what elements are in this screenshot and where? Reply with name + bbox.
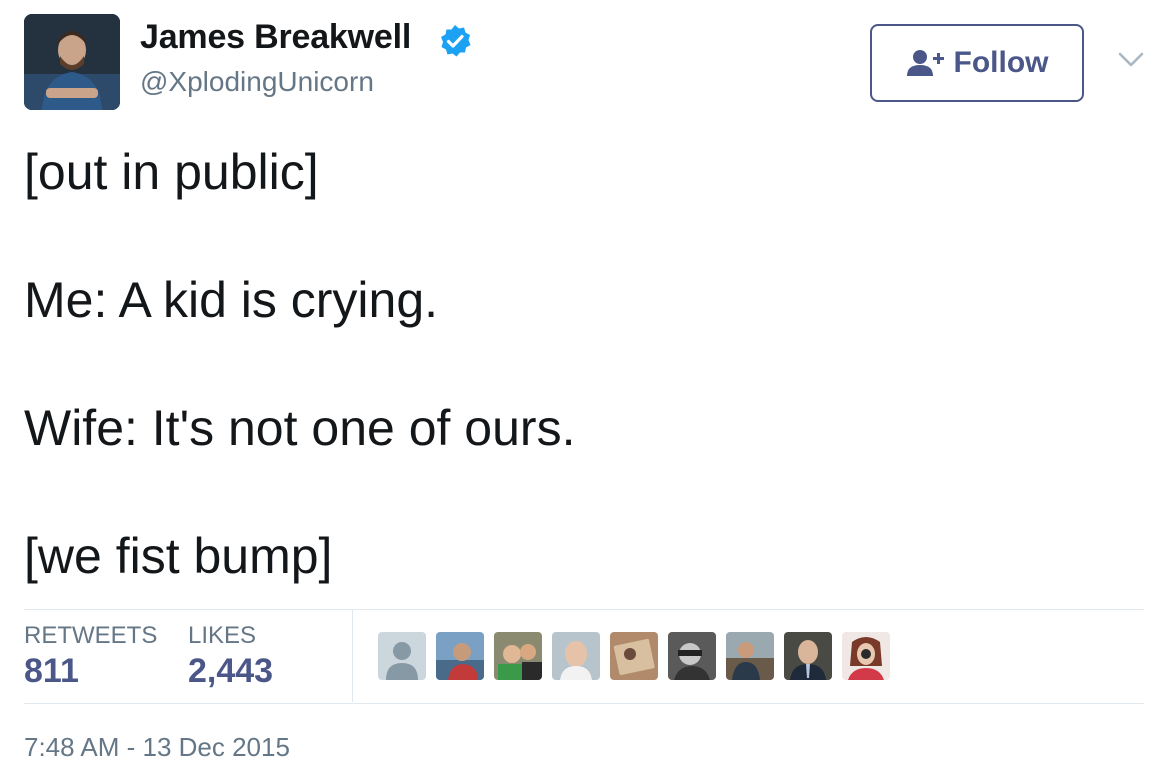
retweets-count: 811: [24, 652, 79, 690]
likes-count: 2,443: [188, 652, 274, 690]
follow-button-label: Follow: [953, 46, 1049, 79]
verified-badge-icon: [438, 24, 472, 58]
tweet-card: James Breakwell @XplodingUnicorn Follow …: [0, 0, 1170, 776]
tweet-line: Wife: It's not one of ours.: [24, 400, 576, 456]
liker-avatar[interactable]: [668, 632, 716, 680]
liker-avatar[interactable]: [842, 632, 890, 680]
liker-avatar[interactable]: [784, 632, 832, 680]
author-handle[interactable]: @XplodingUnicorn: [140, 66, 374, 98]
tweet-line: [we fist bump]: [24, 528, 333, 584]
follow-button[interactable]: Follow: [870, 24, 1084, 102]
liker-avatar[interactable]: [552, 632, 600, 680]
liker-avatar[interactable]: [436, 632, 484, 680]
chevron-down-icon[interactable]: [1116, 48, 1146, 72]
author-avatar[interactable]: [24, 14, 120, 110]
retweets-label: RETWEETS: [24, 622, 158, 649]
liker-avatar[interactable]: [494, 632, 542, 680]
add-user-icon: [906, 48, 946, 78]
stats-top-divider: [24, 609, 1144, 610]
stats-separator: [352, 610, 353, 702]
liker-avatar-default[interactable]: [378, 632, 426, 680]
likes-label: LIKES: [188, 622, 257, 649]
liker-avatar[interactable]: [610, 632, 658, 680]
tweet-line: [out in public]: [24, 144, 319, 200]
tweet-line: Me: A kid is crying.: [24, 272, 439, 328]
stats-bottom-divider: [24, 703, 1144, 704]
liker-avatar[interactable]: [726, 632, 774, 680]
tweet-timestamp[interactable]: 7:48 AM - 13 Dec 2015: [24, 732, 290, 763]
author-name[interactable]: James Breakwell: [140, 18, 411, 57]
